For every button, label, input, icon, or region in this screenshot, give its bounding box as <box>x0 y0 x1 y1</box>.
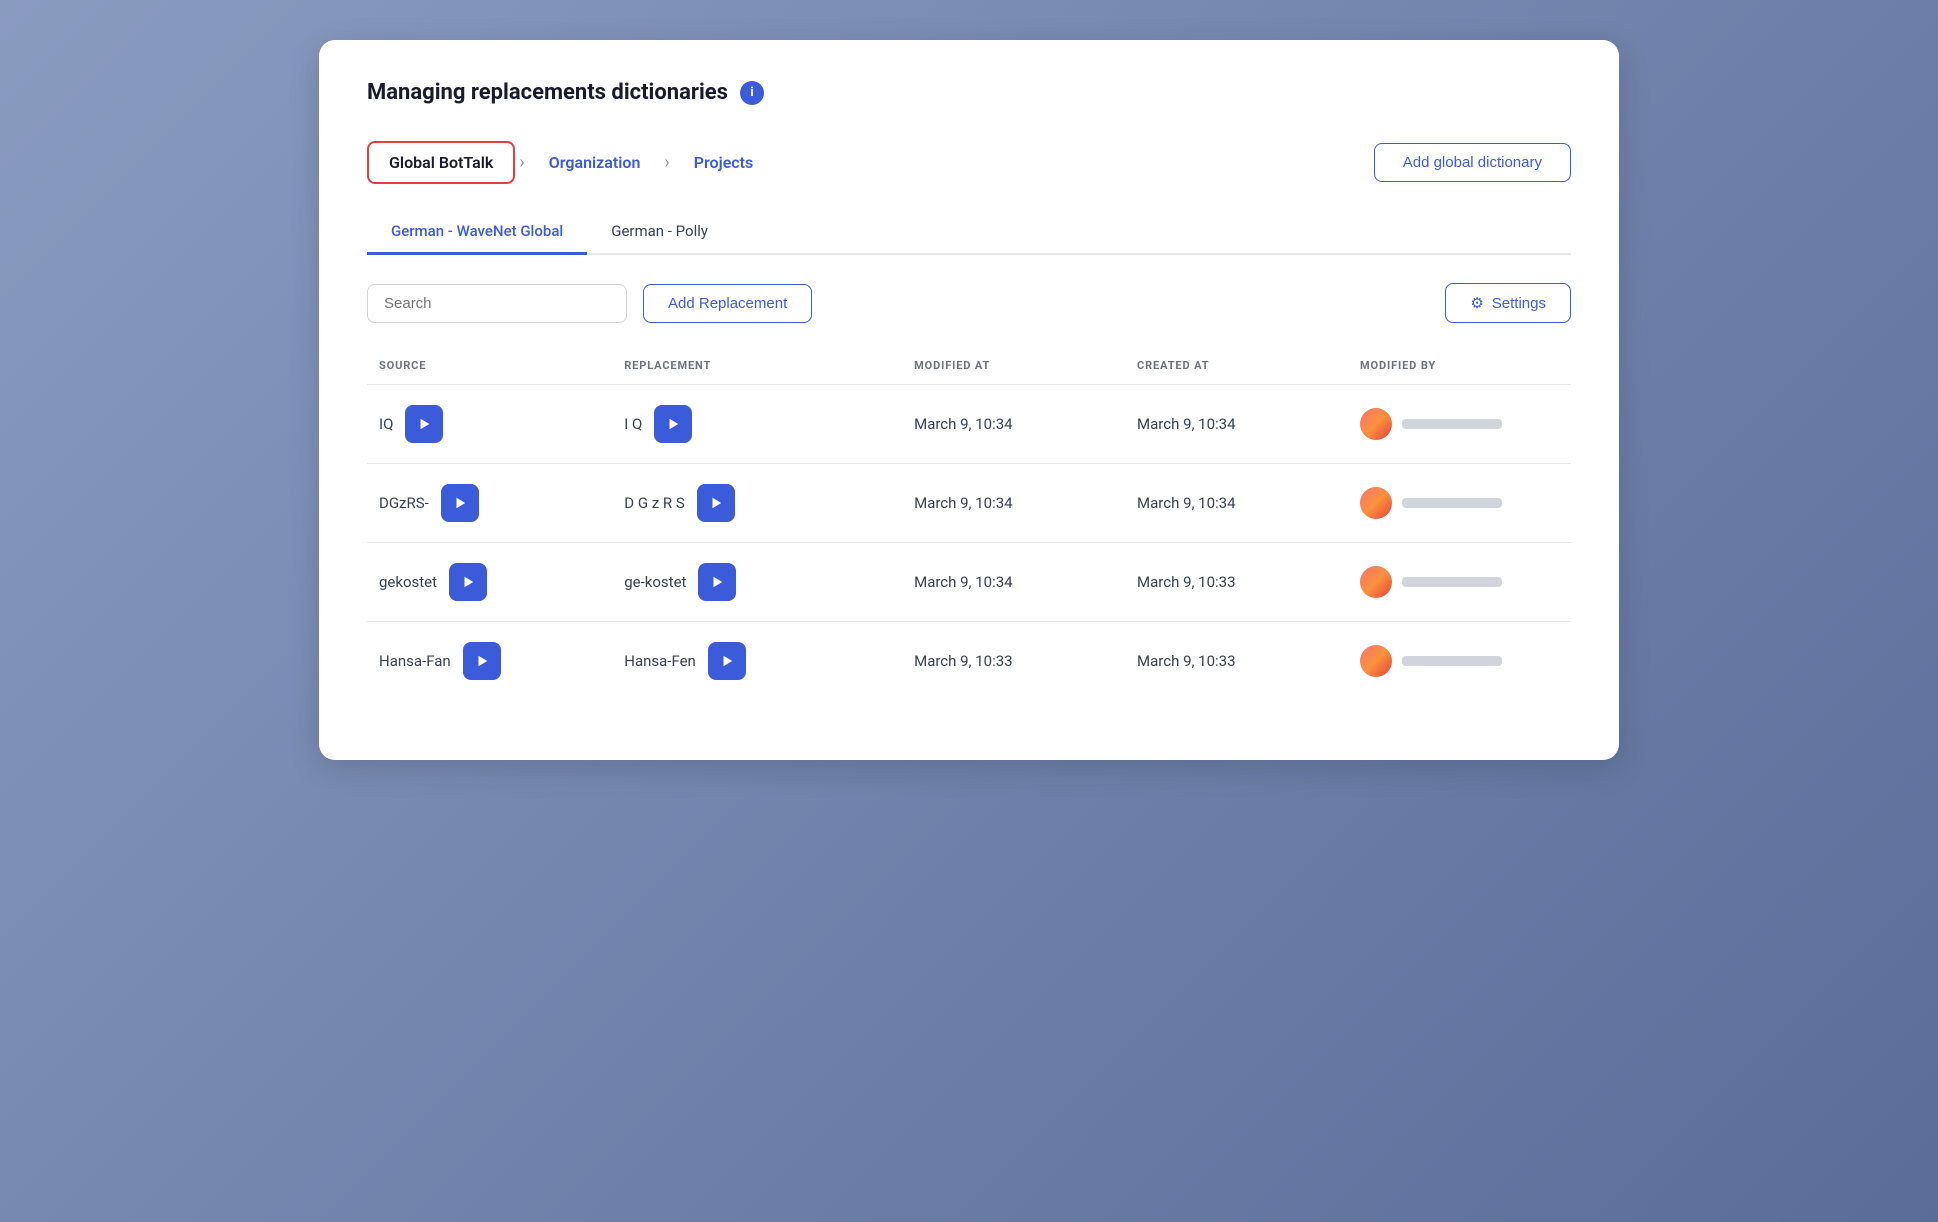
created-at-value: March 9, 10:33 <box>1137 652 1236 670</box>
created-at-value: March 9, 10:34 <box>1137 415 1236 433</box>
table-row: gekostet ge-kostet March 9, <box>367 543 1571 622</box>
source-cell: Hansa-Fan <box>367 622 612 701</box>
breadcrumb-item-organization[interactable]: Organization <box>529 143 661 182</box>
modified-by-cell <box>1348 464 1571 543</box>
table-row: Hansa-Fan Hansa-Fen March 9 <box>367 622 1571 701</box>
created-at-cell: March 9, 10:33 <box>1125 622 1348 701</box>
replacement-cell: D G z R S <box>612 464 902 543</box>
replacement-value: D G z R S <box>624 494 685 512</box>
breadcrumb-separator-2: › <box>664 152 669 173</box>
source-value: IQ <box>379 415 393 433</box>
created-at-cell: March 9, 10:33 <box>1125 543 1348 622</box>
modified-at-cell: March 9, 10:34 <box>902 543 1125 622</box>
replacement-play-button[interactable] <box>708 642 746 680</box>
modified-at-value: March 9, 10:34 <box>914 415 1013 433</box>
source-cell: DGzRS- <box>367 464 612 543</box>
add-replacement-button[interactable]: Add Replacement <box>643 284 812 323</box>
modified-by-cell <box>1348 622 1571 701</box>
user-name-bar <box>1402 498 1502 508</box>
created-at-value: March 9, 10:34 <box>1137 494 1236 512</box>
source-play-button[interactable] <box>405 405 443 443</box>
table-row: DGzRS- D G z R S March 9, 1 <box>367 464 1571 543</box>
created-at-value: March 9, 10:33 <box>1137 573 1236 591</box>
created-at-cell: March 9, 10:34 <box>1125 464 1348 543</box>
col-header-created-at: CREATED AT <box>1125 351 1348 385</box>
breadcrumb-item-global-bottalk[interactable]: Global BotTalk <box>367 141 515 184</box>
settings-button[interactable]: ⚙ Settings <box>1445 283 1571 323</box>
avatar <box>1360 566 1392 598</box>
play-icon <box>710 575 724 589</box>
modified-at-cell: March 9, 10:34 <box>902 464 1125 543</box>
user-name-bar <box>1402 656 1502 666</box>
avatar <box>1360 487 1392 519</box>
play-icon <box>461 575 475 589</box>
tab-polly[interactable]: German - Polly <box>587 212 732 255</box>
gear-icon: ⚙ <box>1470 294 1483 312</box>
col-header-modified-at: MODIFIED AT <box>902 351 1125 385</box>
table-header: SOURCE REPLACEMENT MODIFIED AT CREATED A… <box>367 351 1571 385</box>
user-name-bar <box>1402 577 1502 587</box>
replacement-value: ge-kostet <box>624 573 686 591</box>
modified-by-cell <box>1348 543 1571 622</box>
created-at-cell: March 9, 10:34 <box>1125 385 1348 464</box>
col-header-modified-by: MODIFIED BY <box>1348 351 1571 385</box>
play-icon <box>475 654 489 668</box>
col-header-source: SOURCE <box>367 351 612 385</box>
search-input[interactable] <box>367 284 627 323</box>
breadcrumb-item-projects[interactable]: Projects <box>674 143 774 182</box>
modified-at-cell: March 9, 10:33 <box>902 622 1125 701</box>
replacements-table: SOURCE REPLACEMENT MODIFIED AT CREATED A… <box>367 351 1571 700</box>
avatar <box>1360 645 1392 677</box>
table-body: IQ I Q March 9, 10:34 <box>367 385 1571 701</box>
avatar <box>1360 408 1392 440</box>
modified-by-cell <box>1348 385 1571 464</box>
user-name-bar <box>1402 419 1502 429</box>
play-icon <box>417 417 431 431</box>
page-title: Managing replacements dictionaries <box>367 80 728 105</box>
page-header: Managing replacements dictionaries i <box>367 80 1571 105</box>
modified-at-cell: March 9, 10:34 <box>902 385 1125 464</box>
play-icon <box>720 654 734 668</box>
source-play-button[interactable] <box>449 563 487 601</box>
replacement-cell: I Q <box>612 385 902 464</box>
table-row: IQ I Q March 9, 10:34 <box>367 385 1571 464</box>
source-value: DGzRS- <box>379 494 429 512</box>
play-icon <box>709 496 723 510</box>
replacement-play-button[interactable] <box>698 563 736 601</box>
source-value: gekostet <box>379 573 437 591</box>
add-global-dictionary-button[interactable]: Add global dictionary <box>1374 143 1571 182</box>
col-header-replacement: REPLACEMENT <box>612 351 902 385</box>
source-value: Hansa-Fan <box>379 652 451 670</box>
replacement-value: Hansa-Fen <box>624 652 696 670</box>
replacement-value: I Q <box>624 415 642 433</box>
source-play-button[interactable] <box>441 484 479 522</box>
info-icon[interactable]: i <box>740 81 764 105</box>
source-cell: IQ <box>367 385 612 464</box>
modified-at-value: March 9, 10:34 <box>914 494 1013 512</box>
toolbar: Add Replacement ⚙ Settings <box>367 283 1571 323</box>
source-cell: gekostet <box>367 543 612 622</box>
source-play-button[interactable] <box>463 642 501 680</box>
breadcrumb-separator-1: › <box>519 152 524 173</box>
play-icon <box>453 496 467 510</box>
modified-at-value: March 9, 10:34 <box>914 573 1013 591</box>
dictionary-tabs: German - WaveNet Global German - Polly <box>367 212 1571 255</box>
replacement-cell: ge-kostet <box>612 543 902 622</box>
replacement-play-button[interactable] <box>654 405 692 443</box>
settings-label: Settings <box>1492 295 1546 312</box>
tab-wavenet[interactable]: German - WaveNet Global <box>367 212 587 255</box>
replacement-cell: Hansa-Fen <box>612 622 902 701</box>
modified-at-value: March 9, 10:33 <box>914 652 1013 670</box>
main-card: Managing replacements dictionaries i Glo… <box>319 40 1619 760</box>
replacement-play-button[interactable] <box>697 484 735 522</box>
breadcrumb: Global BotTalk › Organization › Projects… <box>367 141 1571 184</box>
play-icon <box>666 417 680 431</box>
